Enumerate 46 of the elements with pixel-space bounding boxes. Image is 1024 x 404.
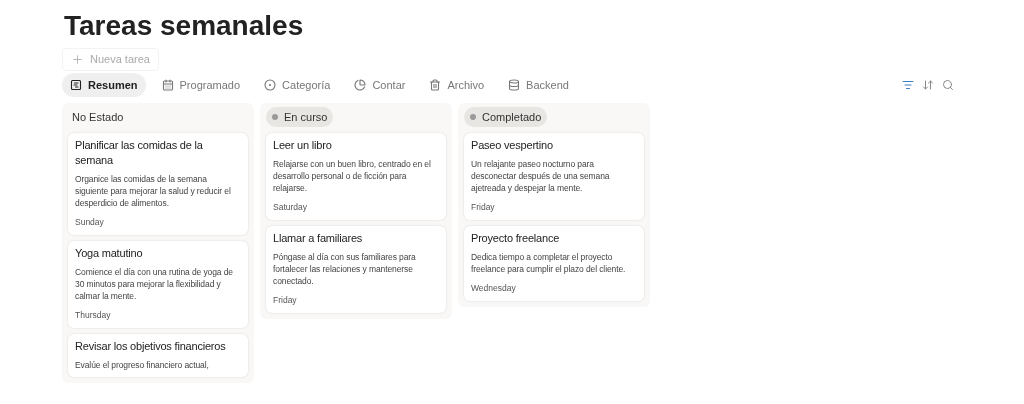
card-title: Llamar a familiares xyxy=(273,230,364,246)
task-card[interactable]: Leer un libro Relajarse con un buen libro, centrado en el desarrollo personal o de ficción para relajarse. Saturday xyxy=(266,133,446,220)
card-title: Leer un libro xyxy=(273,138,333,153)
circle-icon xyxy=(264,78,277,91)
card-description: Póngase al día con sus familiares para fortalecer las relaciones y mantenerse conectado. xyxy=(273,250,417,287)
trash-icon xyxy=(429,78,442,91)
card-title: Paseo vespertino xyxy=(471,138,554,153)
view-tab[interactable]: Contar xyxy=(346,72,414,97)
view-tab[interactable]: Archivo xyxy=(421,72,493,97)
status-badge: Completado xyxy=(464,106,548,128)
search-icon[interactable] xyxy=(942,78,954,91)
card-date: Sunday xyxy=(75,216,105,229)
card-date: Saturday xyxy=(273,201,309,214)
task-card[interactable]: Paseo vespertino Un relajante paseo nocturno para desconectar después de una semana ajetreada y despejar la mente. Friday xyxy=(464,133,644,220)
task-card[interactable]: Llamar a familiares Póngase al día con sus familiares para fortalecer las relaciones y mantenerse conectado. Friday xyxy=(266,225,446,313)
card-title: Planificar las comidas de la semana xyxy=(75,138,204,168)
calendar-icon xyxy=(161,78,174,91)
card-date: Friday xyxy=(273,293,298,307)
sort-icon[interactable] xyxy=(922,78,934,91)
task-card[interactable]: Revisar los objetivos financieros Evalúe el progreso financiero actual, xyxy=(68,333,248,377)
card-description: Relajarse con un buen libro, centrado en el desarrollo personal o de ficción para relajarse. xyxy=(273,158,432,194)
pie-chart-icon xyxy=(354,78,367,91)
card-description: Un relajante paseo nocturno para desconectar después de una semana ajetreada y despejar la mente. xyxy=(471,158,611,194)
filter-icon[interactable] xyxy=(902,78,914,91)
card-description: Comience el día con una rutina de yoga de 30 minutos para mejorar la flexibilidad y calmar la mente. xyxy=(75,265,234,302)
card-title: Proyecto freelance xyxy=(471,230,561,246)
task-card[interactable]: Proyecto freelance Dedica tiempo a completar el proyecto freelance para cumplir el plazo del cliente. Wednesday xyxy=(464,225,644,301)
view-tab[interactable]: Backend xyxy=(500,72,577,97)
task-card[interactable]: Yoga matutino Comience el día con una rutina de yoga de 30 minutos para mejorar la flexibilidad y calmar la mente. Thursday xyxy=(68,240,248,328)
view-tab[interactable]: Categoría xyxy=(256,72,339,97)
card-date: Friday xyxy=(471,201,496,214)
card-description: Dedica tiempo a completar el proyecto freelance para cumplir el plazo del cliente. xyxy=(471,250,627,275)
card-description: Organice las comidas de la semana siguiente para mejorar la salud y reducir el desperdicio de alimentos. xyxy=(75,173,232,209)
card-date: Thursday xyxy=(75,308,112,322)
view-tab[interactable]: Resumen xyxy=(62,72,146,97)
view-tab[interactable]: Programado xyxy=(153,72,249,97)
database-icon xyxy=(508,78,521,91)
card-title: Revisar los objetivos financieros xyxy=(75,338,227,354)
plus-icon xyxy=(71,52,84,66)
card-description: Evalúe el progreso financiero actual, xyxy=(75,358,210,371)
card-title: Yoga matutino xyxy=(75,245,144,261)
task-card[interactable]: Planificar las comidas de la semana Organice las comidas de la semana siguiente para mejorar la salud y reducir el desperdicio de alimentos. Sunday xyxy=(68,133,248,235)
card-date: Wednesday xyxy=(471,281,517,295)
status-badge: En curso xyxy=(266,106,334,128)
page-title: Tareas semanales xyxy=(64,10,305,42)
column-title: No Estado xyxy=(72,109,124,125)
